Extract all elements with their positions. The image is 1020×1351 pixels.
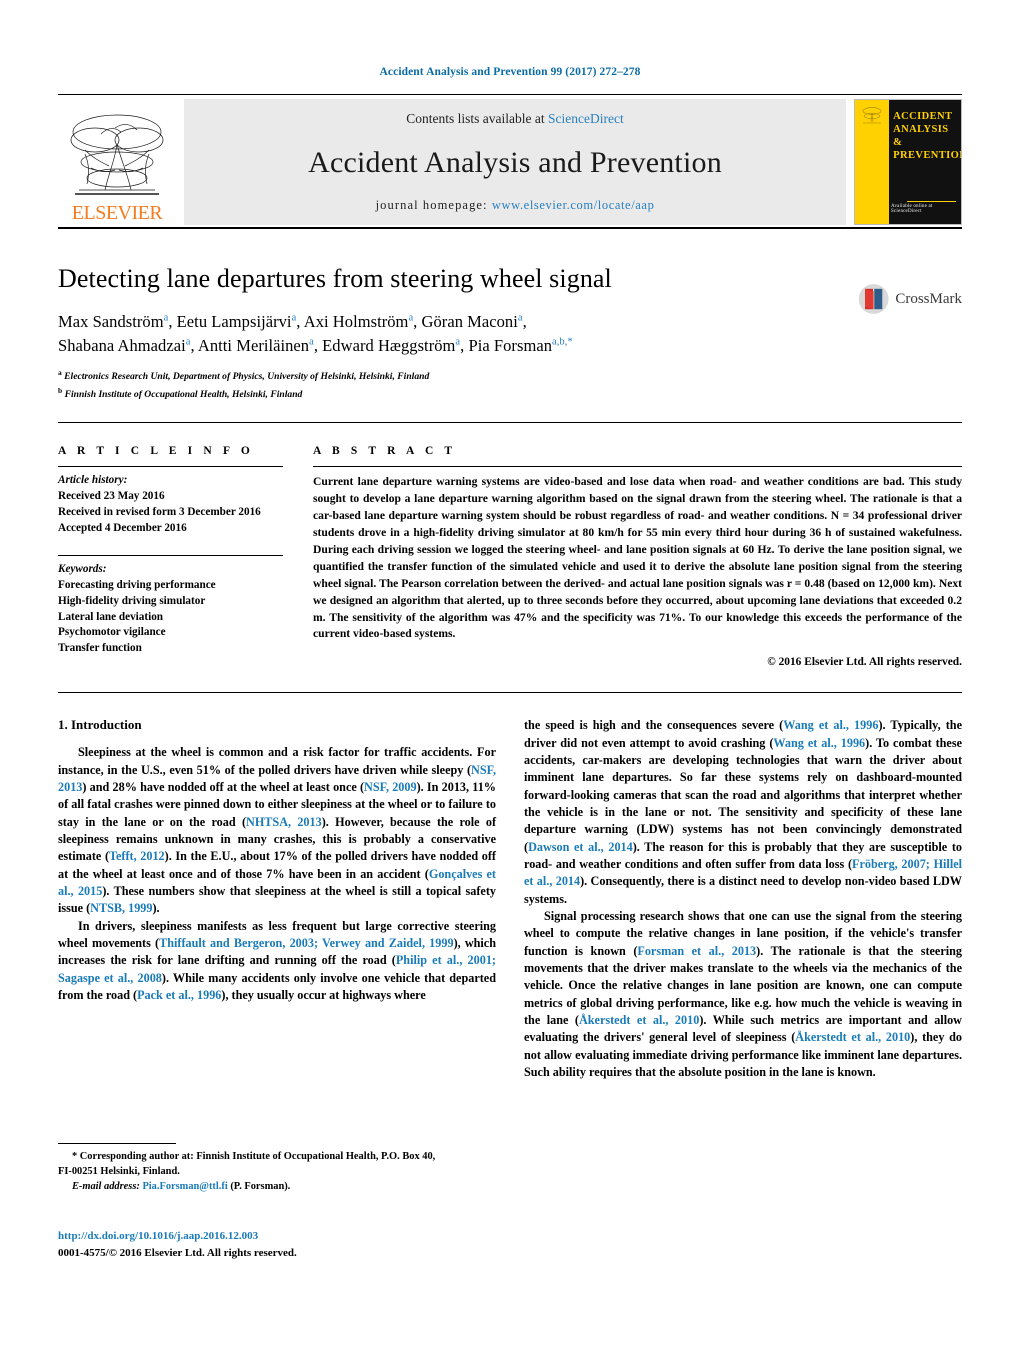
paper-page: Accident Analysis and Prevention 99 (201… [0, 0, 1020, 1351]
doi-block: http://dx.doi.org/10.1016/j.aap.2016.12.… [58, 1228, 496, 1261]
journal-masthead: ELSEVIER Contents lists available at Sci… [58, 94, 962, 229]
cover-title-line-4: PREVENTION [893, 150, 962, 162]
article-history-block: Article history: Received 23 May 2016 Re… [58, 473, 283, 537]
cover-sciencedirect-label: Available online at ScienceDirect [891, 204, 933, 214]
running-head: Accident Analysis and Prevention 99 (201… [379, 66, 641, 78]
email-link[interactable]: Pia.Forsman@ttl.fi [142, 1181, 227, 1192]
footnote-block: * Corresponding author at: Finnish Insti… [58, 1143, 496, 1194]
history-item: Received in revised form 3 December 2016 [58, 506, 261, 518]
masthead-top-rule [58, 94, 962, 95]
homepage-url-link[interactable]: www.elsevier.com/locate/aap [492, 198, 655, 212]
abstract-column: A B S T R A C T Current lane departure w… [313, 445, 962, 668]
author-line-1: Max Sandströma, Eetu Lampsijärvia, Axi H… [58, 312, 527, 332]
keyword-item: Psychomotor vigilance [58, 626, 166, 639]
article-info-column: A R T I C L E I N F O Article history: R… [58, 445, 313, 668]
history-item: Accepted 4 December 2016 [58, 521, 187, 534]
affiliations: a Electronics Research Unit, Department … [58, 367, 962, 402]
footnote-line-1: * Corresponding author at: Finnish Insti… [72, 1151, 436, 1162]
elsevier-logo: ELSEVIER [58, 99, 176, 225]
body-columns: 1. Introduction Sleepiness at the wheel … [58, 717, 962, 1081]
crossmark-icon [858, 284, 889, 314]
doi-link[interactable]: http://dx.doi.org/10.1016/j.aap.2016.12.… [58, 1228, 496, 1245]
cover-elsevier-tree-icon [862, 107, 882, 124]
crossmark-badge[interactable]: CrossMark [858, 278, 962, 320]
footnote-line-2: FI-00251 Helsinki, Finland. [58, 1166, 180, 1178]
elsevier-wordmark: ELSEVIER [71, 202, 163, 224]
keyword-item: Forecasting driving performance [58, 578, 216, 591]
section-divider-top [58, 422, 962, 424]
keyword-item: Lateral lane deviation [58, 610, 164, 623]
issn-copyright-line: 0001-4575/© 2016 Elsevier Ltd. All right… [58, 1246, 297, 1259]
author-list: Max Sandströma, Eetu Lampsijärvia, Axi H… [58, 310, 962, 358]
keywords-rule [58, 554, 283, 556]
right-column: the speed is high and the consequences s… [524, 717, 962, 1081]
cover-divider [907, 201, 956, 202]
abstract-text: Current lane departure warning systems a… [313, 475, 962, 641]
author-line-2: Shabana Ahmadzaia, Antti Meriläinena, Ed… [58, 336, 573, 356]
copyright-line: © 2016 Elsevier Ltd. All rights reserved… [767, 656, 962, 669]
keyword-item: Transfer function [58, 642, 142, 655]
journal-title: Accident Analysis and Prevention [308, 145, 722, 179]
email-line: E-mail address: Pia.Forsman@ttl.fi (P. F… [58, 1179, 496, 1194]
email-label: E-mail address: [72, 1181, 140, 1193]
info-abstract-row: A R T I C L E I N F O Article history: R… [58, 445, 962, 668]
contents-prefix: Contents lists available at [406, 111, 548, 126]
abstract-heading: A B S T R A C T [313, 445, 457, 458]
corresponding-author-note: * Corresponding author at: Finnish Insti… [58, 1149, 496, 1194]
affiliation-b: b Finnish Institute of Occupational Heal… [58, 385, 303, 400]
journal-homepage-line: journal homepage: www.elsevier.com/locat… [376, 198, 655, 213]
cover-title: ACCIDENT ANALYSIS & PREVENTION [893, 110, 962, 163]
article-history-label: Article history: [58, 474, 128, 487]
article-content: Detecting lane departures from steering … [58, 263, 962, 1081]
masthead-bottom-rule [58, 227, 962, 229]
article-info-heading: A R T I C L E I N F O [58, 445, 254, 458]
cover-title-line-2: ANALYSIS [893, 124, 949, 136]
masthead-center: Contents lists available at ScienceDirec… [184, 99, 846, 225]
cover-title-line-1: ACCIDENT [893, 111, 953, 122]
left-column: 1. Introduction Sleepiness at the wheel … [58, 717, 496, 1081]
cover-title-line-3: & [893, 137, 903, 149]
abstract-rule [313, 466, 962, 468]
paragraph: In drivers, sleepiness manifests as less… [58, 918, 496, 1002]
paragraph: Signal processing research shows that on… [524, 909, 962, 1079]
contents-available-line: Contents lists available at ScienceDirec… [406, 111, 623, 127]
history-item: Received 23 May 2016 [58, 490, 165, 503]
keywords-block: Keywords: Forecasting driving performanc… [58, 562, 283, 657]
introduction-heading: 1. Introduction [58, 717, 142, 733]
homepage-label: journal homepage: [375, 198, 488, 212]
elsevier-tree-icon [70, 114, 164, 195]
crossmark-label: CrossMark [895, 290, 962, 307]
journal-cover-thumbnail: ACCIDENT ANALYSIS & PREVENTION Available… [854, 99, 962, 225]
keywords-label: Keywords: [58, 562, 107, 575]
footnote-rule [58, 1143, 176, 1144]
paragraph: the speed is high and the consequences s… [524, 718, 963, 906]
affiliation-a: a Electronics Research Unit, Department … [58, 368, 430, 383]
email-suffix: (P. Forsman). [230, 1181, 291, 1193]
section-divider-bottom [58, 692, 962, 694]
paragraph: Sleepiness at the wheel is common and a … [58, 745, 496, 916]
keyword-item: High-fidelity driving simulator [58, 594, 206, 607]
page-title: Detecting lane departures from steering … [58, 264, 612, 293]
article-info-rule [58, 466, 283, 468]
sciencedirect-link[interactable]: ScienceDirect [548, 111, 624, 126]
